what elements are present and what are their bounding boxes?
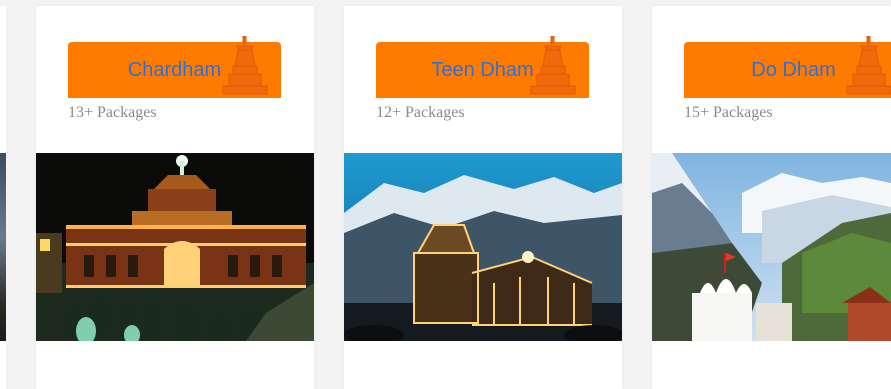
card-title[interactable]: Teen Dham [376,42,589,98]
card-title-bar[interactable]: Do Dham [684,36,891,98]
destination-photo[interactable] [344,153,622,341]
destination-photo[interactable] [652,153,891,341]
previous-card-photo-edge [0,153,6,341]
card-title-bar[interactable]: Chardham [68,36,281,98]
card-title[interactable]: Do Dham [696,42,891,98]
package-count: 15+ Packages [684,104,773,121]
package-card-chardham[interactable]: Chardham 13+ Packages [36,6,314,389]
package-card-teen-dham[interactable]: Teen Dham 12+ Packages [344,6,622,389]
card-title-bar[interactable]: Teen Dham [376,36,589,98]
card-title[interactable]: Chardham [68,42,281,98]
package-count: 12+ Packages [376,104,465,121]
package-count: 13+ Packages [68,104,157,121]
package-card-do-dham[interactable]: Do Dham 15+ Packages [652,6,891,389]
destination-photo[interactable] [36,153,314,341]
